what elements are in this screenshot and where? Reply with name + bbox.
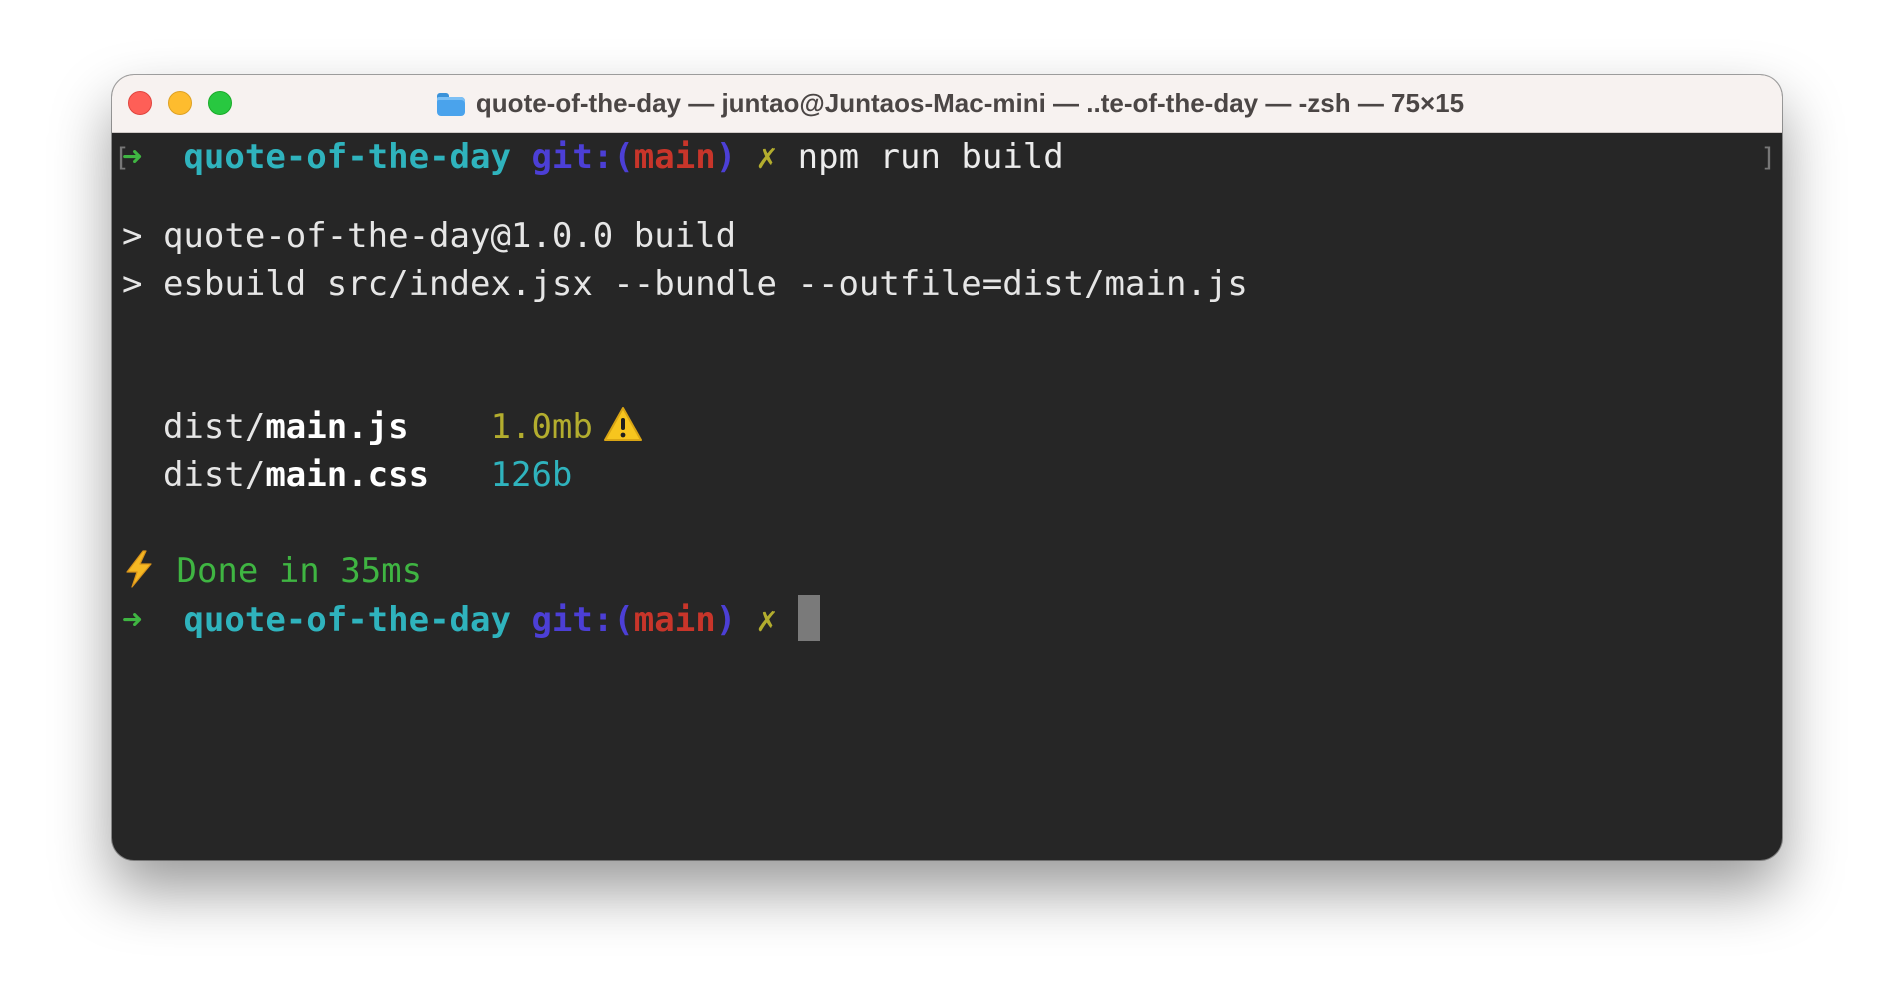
zoom-button[interactable]	[208, 91, 232, 115]
window-title-group: quote-of-the-day — juntao@Juntaos-Mac-mi…	[436, 88, 1464, 119]
git-label: git:(	[531, 137, 634, 177]
prompt-directory: quote-of-the-day	[183, 137, 511, 177]
done-text: Done in 35ms	[176, 551, 423, 591]
git-close: )	[715, 137, 737, 177]
output-line: > quote-of-the-day@1.0.0 build	[122, 216, 737, 256]
file-row: dist/main.css 126b	[122, 451, 572, 499]
prompt-arrow: ➜	[122, 137, 143, 177]
git-branch: main	[633, 600, 716, 640]
done-line: Done in 35ms	[122, 547, 422, 595]
git-label: git:(	[531, 600, 634, 640]
prompt-line: ➜ quote-of-the-day git:(main) ✗	[122, 595, 820, 643]
lightning-icon	[122, 550, 156, 588]
output-line: > esbuild src/index.jsx --bundle --outfi…	[122, 264, 1248, 304]
terminal-content[interactable]: [ ] ➜ quote-of-the-day git:(main) ✗ npm …	[112, 133, 1782, 860]
file-dir: dist/	[162, 455, 266, 495]
text-cursor[interactable]	[797, 595, 820, 641]
dirty-marker: ✗	[756, 137, 778, 177]
title-bar[interactable]: quote-of-the-day — juntao@Juntaos-Mac-mi…	[112, 75, 1782, 133]
mark-bracket-right: ]	[1760, 143, 1776, 173]
file-name: main.css	[265, 455, 430, 495]
prompt-line: ➜ quote-of-the-day git:(main) ✗ npm run …	[122, 133, 1064, 181]
git-branch: main	[633, 137, 716, 177]
file-dir: dist/	[162, 407, 266, 447]
warning-icon	[603, 406, 643, 442]
prompt-arrow: ➜	[122, 600, 143, 640]
dirty-marker: ✗	[756, 600, 778, 640]
file-size: 1.0mb	[490, 407, 593, 447]
file-name: main.js	[265, 407, 409, 447]
file-size: 126b	[490, 455, 573, 495]
folder-icon	[436, 92, 466, 116]
screen: quote-of-the-day — juntao@Juntaos-Mac-mi…	[0, 0, 1894, 1008]
minimize-button[interactable]	[168, 91, 192, 115]
window-controls	[128, 91, 232, 115]
command-text: npm run build	[797, 137, 1064, 177]
git-close: )	[715, 600, 737, 640]
terminal-window: quote-of-the-day — juntao@Juntaos-Mac-mi…	[112, 75, 1782, 860]
window-title: quote-of-the-day — juntao@Juntaos-Mac-mi…	[475, 88, 1465, 118]
prompt-directory: quote-of-the-day	[183, 600, 511, 640]
file-row: dist/main.js 1.0mb	[122, 403, 643, 451]
close-button[interactable]	[128, 91, 152, 115]
